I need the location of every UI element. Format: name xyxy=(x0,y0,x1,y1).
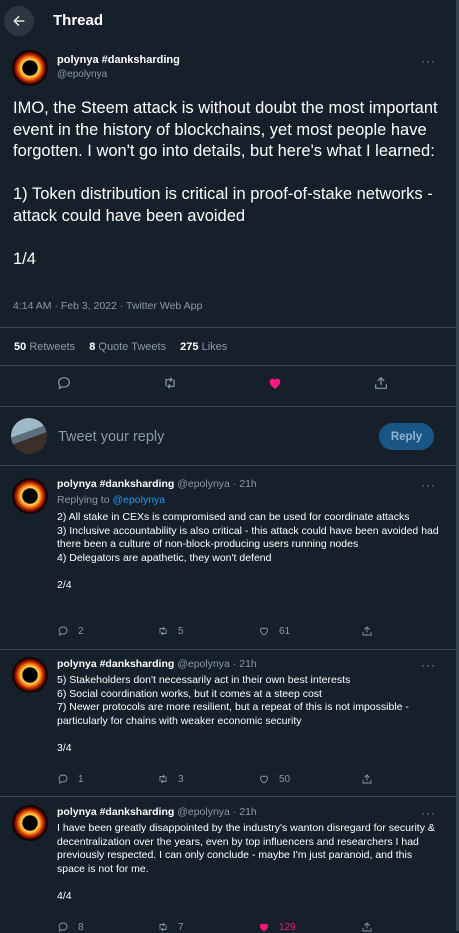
reply-button[interactable]: Reply xyxy=(379,423,434,450)
more-icon[interactable]: ··· xyxy=(421,806,436,820)
tweet-stats: 50 Retweets 8 Quote Tweets 275 Likes xyxy=(14,341,238,353)
avatar[interactable] xyxy=(12,805,48,841)
reply-icon[interactable]: 8 xyxy=(57,921,84,933)
divider xyxy=(0,649,456,650)
avatar[interactable] xyxy=(12,50,48,86)
retweets-stat[interactable]: 50 Retweets xyxy=(14,341,75,353)
reply-input[interactable]: Tweet your reply xyxy=(58,429,164,445)
reply-icon[interactable] xyxy=(56,375,72,396)
more-icon[interactable]: ··· xyxy=(421,54,436,68)
author-handle[interactable]: @epolynya xyxy=(57,69,107,80)
replying-to: Replying to @epolynya xyxy=(57,494,166,506)
tweet-text: IMO, the Steem attack is without doubt t… xyxy=(13,99,438,268)
retweet-icon[interactable] xyxy=(162,375,178,396)
share-icon[interactable] xyxy=(361,625,382,637)
thread-header: Thread xyxy=(0,0,456,44)
reply-header: polynya #danksharding @epolynya · 21h xyxy=(57,658,257,670)
more-icon[interactable]: ··· xyxy=(421,658,436,672)
mention-link[interactable]: @epolynya xyxy=(112,494,165,506)
share-icon[interactable] xyxy=(373,375,389,396)
tweet-timestamp[interactable]: 4:14 AM · Feb 3, 2022 · Twitter Web App xyxy=(13,300,202,312)
back-arrow-icon xyxy=(13,15,25,27)
heart-icon[interactable]: 61 xyxy=(258,625,290,637)
retweet-icon[interactable]: 3 xyxy=(157,773,184,785)
author-name[interactable]: polynya #danksharding xyxy=(57,54,180,66)
back-button[interactable] xyxy=(4,6,34,36)
divider xyxy=(0,465,456,466)
divider xyxy=(0,365,456,366)
tweet-text: 5) Stakeholders don't necessarily act in… xyxy=(57,674,409,754)
heart-icon[interactable]: 129 xyxy=(258,921,296,933)
tweet-text: I have been greatly disappointed by the … xyxy=(57,822,435,902)
heart-icon[interactable] xyxy=(267,375,283,396)
avatar[interactable] xyxy=(12,657,48,693)
divider xyxy=(0,327,456,328)
divider xyxy=(0,406,456,407)
reply-header: polynya #danksharding @epolynya · 21h xyxy=(57,806,257,818)
quotes-stat[interactable]: 8 Quote Tweets xyxy=(89,341,166,353)
share-icon[interactable] xyxy=(361,773,382,785)
page-title: Thread xyxy=(53,12,104,29)
reply-icon[interactable]: 2 xyxy=(57,625,84,637)
reply-icon[interactable]: 1 xyxy=(57,773,84,785)
reply-header: polynya #danksharding @epolynya · 21h xyxy=(57,478,257,490)
retweet-icon[interactable]: 5 xyxy=(157,625,184,637)
retweet-icon[interactable]: 7 xyxy=(157,921,184,933)
divider xyxy=(0,796,456,797)
more-icon[interactable]: ··· xyxy=(421,478,436,492)
tweet-text: 2) All stake in CEXs is compromised and … xyxy=(57,511,439,591)
user-avatar[interactable] xyxy=(11,418,47,454)
heart-icon[interactable]: 50 xyxy=(258,773,290,785)
share-icon[interactable] xyxy=(361,921,382,933)
avatar[interactable] xyxy=(12,478,48,514)
likes-stat[interactable]: 275 Likes xyxy=(180,341,227,353)
